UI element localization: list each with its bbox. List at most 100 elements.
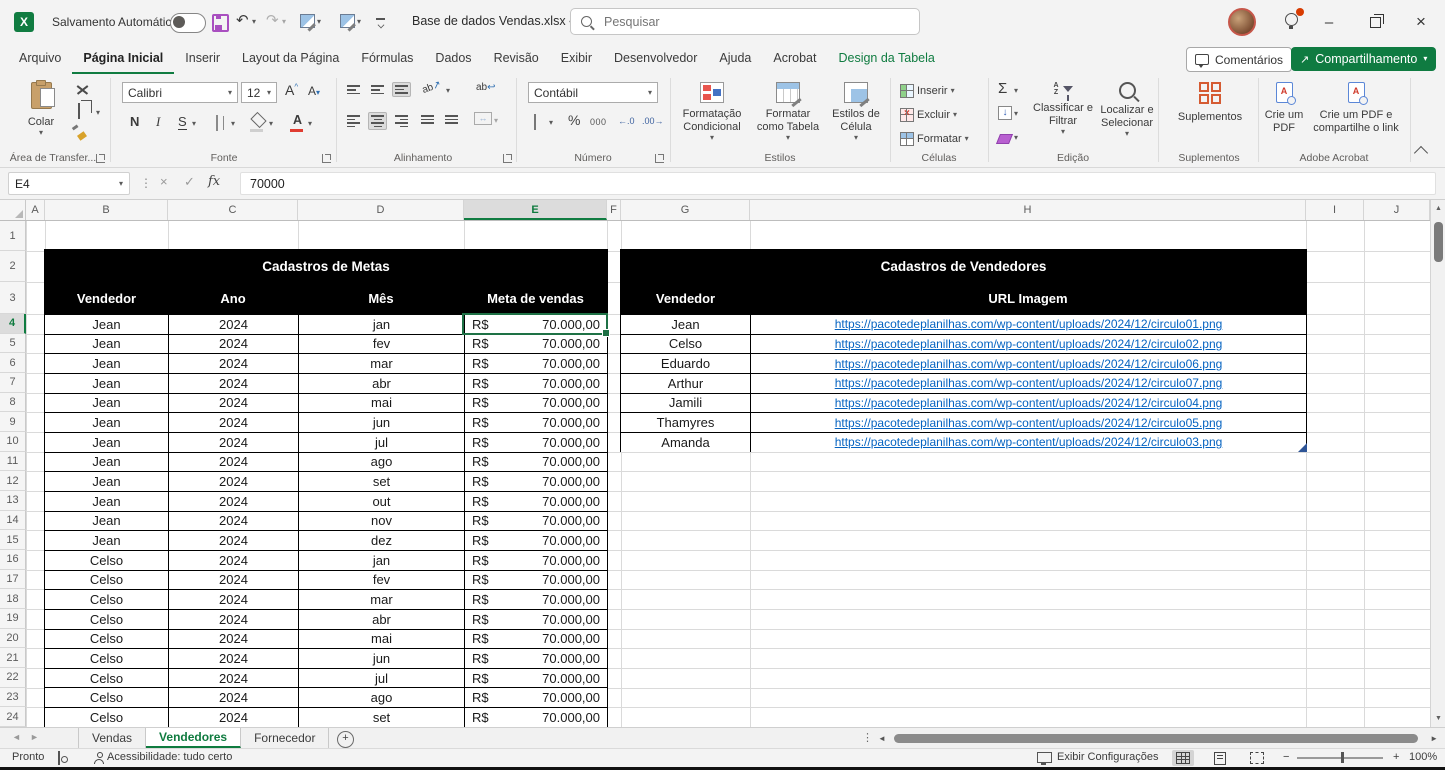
row-header-10[interactable]: 10 xyxy=(0,432,26,452)
align-center-icon[interactable] xyxy=(368,112,387,130)
vendedor-name[interactable]: Eduardo xyxy=(621,354,750,373)
metas-cell-vendedor[interactable]: Celso xyxy=(45,708,168,727)
row-header-1[interactable]: 1 xyxy=(0,221,26,251)
metas-cell-meta[interactable]: R$70.000,00 xyxy=(464,688,607,707)
metas-cell-meta[interactable]: R$70.000,00 xyxy=(464,512,607,531)
metas-cell-mes[interactable]: dez xyxy=(298,531,464,550)
search-box[interactable] xyxy=(570,8,920,35)
metas-cell-ano[interactable]: 2024 xyxy=(168,708,298,727)
table-resize-handle[interactable] xyxy=(1298,443,1307,452)
metas-cell-ano[interactable]: 2024 xyxy=(168,335,298,354)
decrease-font-icon[interactable]: A▾ xyxy=(308,84,320,98)
metas-cell-mes[interactable]: mai xyxy=(298,630,464,649)
borders-dropdown-icon[interactable]: ▾ xyxy=(231,120,235,128)
search-input[interactable] xyxy=(602,14,886,30)
formula-input[interactable] xyxy=(248,176,1352,192)
insert-cells-button[interactable]: Inserir ▾ xyxy=(900,84,955,98)
column-header-D[interactable]: D xyxy=(298,200,464,220)
zoom-out-button[interactable]: − xyxy=(1283,751,1289,763)
horizontal-scroll-thumb[interactable] xyxy=(894,734,1418,743)
metas-cell-meta[interactable]: R$70.000,00 xyxy=(464,472,607,491)
metas-cell-mes[interactable]: set xyxy=(298,708,464,727)
fill-color-icon[interactable] xyxy=(250,112,266,128)
metas-cell-mes[interactable]: abr xyxy=(298,610,464,629)
clear-dropdown-icon[interactable]: ▾ xyxy=(1014,134,1018,142)
metas-cell-vendedor[interactable]: Celso xyxy=(45,571,168,590)
ribbon-tab-acrobat[interactable]: Acrobat xyxy=(762,44,827,72)
metas-cell-mes[interactable]: fev xyxy=(298,335,464,354)
fill-icon[interactable]: ↓ xyxy=(998,106,1012,120)
metas-cell-meta[interactable]: R$70.000,00 xyxy=(464,335,607,354)
row-header-19[interactable]: 19 xyxy=(0,609,26,629)
restore-button[interactable] xyxy=(1360,10,1390,34)
metas-cell-ano[interactable]: 2024 xyxy=(168,630,298,649)
create-pdf-button[interactable]: A Crie um PDF xyxy=(1262,82,1306,135)
cancel-entry-icon[interactable]: × xyxy=(160,174,168,189)
metas-cell-mes[interactable]: jun xyxy=(298,413,464,432)
metas-cell-ano[interactable]: 2024 xyxy=(168,512,298,531)
autosum-dropdown-icon[interactable]: ▾ xyxy=(1014,87,1018,95)
ribbon-tab-inserir[interactable]: Inserir xyxy=(174,44,231,72)
metas-cell-ano[interactable]: 2024 xyxy=(168,472,298,491)
ribbon-tab-revisão[interactable]: Revisão xyxy=(483,44,550,72)
row-header-23[interactable]: 23 xyxy=(0,688,26,708)
metas-cell-meta[interactable]: R$70.000,00 xyxy=(464,433,607,452)
underline-button[interactable]: S xyxy=(178,114,187,130)
url-link[interactable]: https://pacotedeplanilhas.com/wp-content… xyxy=(835,416,1223,430)
lightbulb-icon[interactable] xyxy=(1285,13,1298,26)
clear-icon[interactable] xyxy=(996,134,1013,144)
copy-dropdown-icon[interactable]: ▾ xyxy=(96,109,100,117)
paste-button[interactable]: Colar ▾ xyxy=(18,82,64,137)
column-header-E[interactable]: E xyxy=(464,200,607,220)
metas-cell-mes[interactable]: mar xyxy=(298,590,464,609)
align-top-icon[interactable] xyxy=(344,82,363,97)
conditional-formatting-button[interactable]: Formatação Condicional ▾ xyxy=(676,82,748,142)
metas-cell-mes[interactable]: out xyxy=(298,492,464,511)
format-as-table-button[interactable]: Formatar como Tabela ▾ xyxy=(752,82,824,142)
column-header-C[interactable]: C xyxy=(168,200,298,220)
orientation-icon[interactable]: ab↗ xyxy=(421,79,443,96)
find-select-button[interactable]: Localizar e Selecionar ▾ xyxy=(1096,82,1158,138)
cell-styles-button[interactable]: Estilos de Célula ▾ xyxy=(826,82,886,142)
undo-icon[interactable]: ↶ xyxy=(236,12,249,30)
row-header-8[interactable]: 8 xyxy=(0,393,26,413)
font-color-dropdown-icon[interactable]: ▾ xyxy=(308,120,312,128)
metas-cell-ano[interactable]: 2024 xyxy=(168,492,298,511)
hscroll-track[interactable] xyxy=(892,732,1424,744)
metas-cell-ano[interactable]: 2024 xyxy=(168,354,298,373)
url-link[interactable]: https://pacotedeplanilhas.com/wp-content… xyxy=(835,317,1223,331)
horizontal-scrollbar[interactable]: ◄ ► xyxy=(878,730,1438,746)
name-box[interactable]: E4 ▾ xyxy=(8,172,130,195)
metas-cell-mes[interactable]: ago xyxy=(298,453,464,472)
row-header-9[interactable]: 9 xyxy=(0,412,26,432)
metas-cell-meta[interactable]: R$70.000,00 xyxy=(464,551,607,570)
wrap-text-icon[interactable]: ab↩ xyxy=(476,82,496,93)
fill-handle[interactable] xyxy=(602,329,610,337)
font-family-select[interactable]: Calibri ▾ xyxy=(122,82,238,103)
metas-cell-vendedor[interactable]: Celso xyxy=(45,688,168,707)
ribbon-tab-exibir[interactable]: Exibir xyxy=(550,44,603,72)
metas-cell-vendedor[interactable]: Jean xyxy=(45,413,168,432)
metas-cell-vendedor[interactable]: Jean xyxy=(45,472,168,491)
metas-cell-vendedor[interactable]: Celso xyxy=(45,590,168,609)
addins-button[interactable]: Suplementos xyxy=(1168,82,1252,124)
zoom-slider[interactable] xyxy=(1297,757,1383,759)
metas-cell-ano[interactable]: 2024 xyxy=(168,571,298,590)
metas-cell-meta[interactable]: R$70.000,00 xyxy=(464,649,607,668)
metas-cell-vendedor[interactable]: Jean xyxy=(45,394,168,413)
comma-style-icon[interactable]: 000 xyxy=(590,117,607,127)
metas-cell-vendedor[interactable]: Celso xyxy=(45,610,168,629)
vendedor-name[interactable]: Thamyres xyxy=(621,413,750,432)
macro-record-icon[interactable] xyxy=(58,751,60,765)
metas-cell-meta[interactable]: R$70.000,00 xyxy=(464,413,607,432)
ribbon-tab-desenvolvedor[interactable]: Desenvolvedor xyxy=(603,44,708,72)
row-header-2[interactable]: 2 xyxy=(0,251,26,282)
sort-filter-button[interactable]: AZ Classificar e Filtrar ▾ xyxy=(1032,82,1094,136)
metas-cell-ano[interactable]: 2024 xyxy=(168,453,298,472)
row-header-4[interactable]: 4 xyxy=(0,314,26,334)
row-header-20[interactable]: 20 xyxy=(0,629,26,649)
row-header-3[interactable]: 3 xyxy=(0,282,26,314)
page-break-view-button[interactable] xyxy=(1246,750,1268,766)
metas-cell-vendedor[interactable]: Celso xyxy=(45,669,168,688)
format-cells-button[interactable]: Formatar ▾ xyxy=(900,132,969,146)
